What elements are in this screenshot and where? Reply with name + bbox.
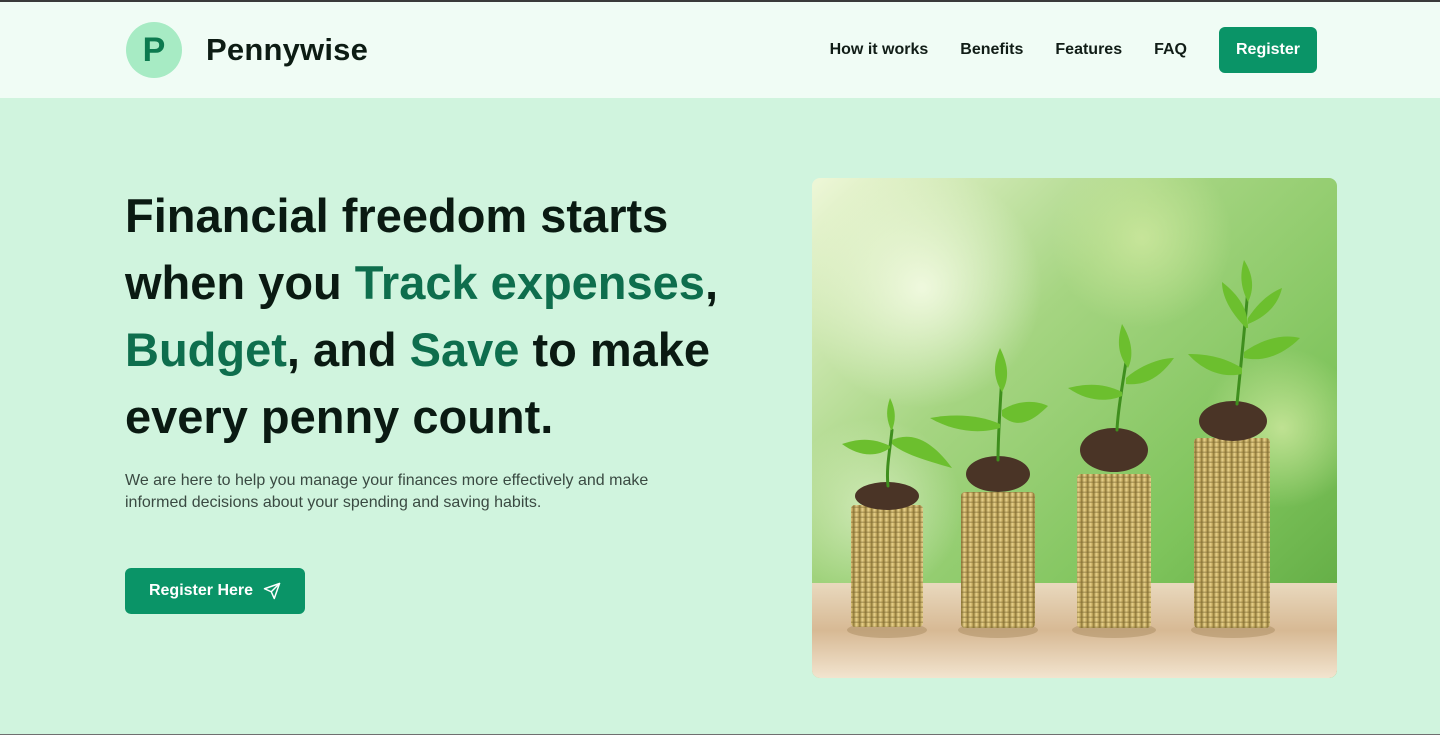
hero-title-part: , and — [286, 323, 410, 376]
nav-faq[interactable]: FAQ — [1154, 41, 1187, 59]
main-nav: How it works Benefits Features FAQ Regis… — [830, 27, 1317, 73]
hero-image-coin-stacks — [812, 178, 1337, 678]
hero-accent-track-expenses: Track expenses — [354, 256, 705, 309]
hero-title: Financial freedom starts when you Track … — [125, 182, 785, 450]
register-here-button[interactable]: Register Here — [125, 568, 305, 614]
hero-accent-save: Save — [409, 323, 520, 376]
send-icon — [263, 582, 281, 600]
hero-accent-budget: Budget — [125, 323, 287, 376]
logo-badge: P — [126, 22, 182, 78]
hero-subtitle: We are here to help you manage your fina… — [125, 472, 649, 511]
site-header: P Pennywise How it works Benefits Featur… — [0, 2, 1440, 98]
brand-name: Pennywise — [206, 32, 369, 67]
coin-plants-illustration — [812, 178, 1337, 678]
register-button[interactable]: Register — [1219, 27, 1317, 73]
nav-how-it-works[interactable]: How it works — [830, 41, 929, 59]
register-here-label: Register Here — [148, 582, 254, 599]
brand-logo[interactable]: P Pennywise — [126, 22, 368, 78]
nav-features[interactable]: Features — [1055, 41, 1122, 59]
hero-title-part: , — [704, 256, 718, 309]
nav-benefits[interactable]: Benefits — [960, 41, 1023, 59]
